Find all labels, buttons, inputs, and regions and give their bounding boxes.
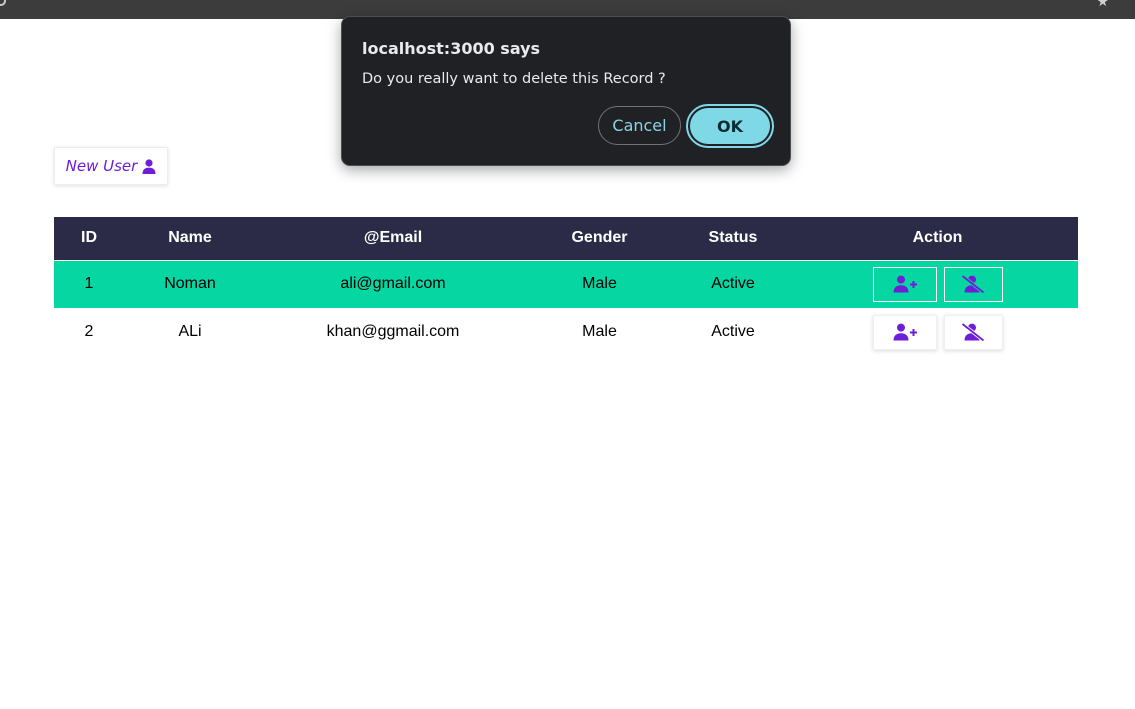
row-actions <box>797 314 1078 350</box>
cell-name: Noman <box>124 259 256 308</box>
dialog-title: localhost:3000 says <box>362 39 541 58</box>
cell-action <box>797 308 1078 356</box>
browser-control-icon[interactable] <box>0 0 6 6</box>
cancel-button[interactable]: Cancel <box>598 106 681 145</box>
dialog-message: Do you really want to delete this Record… <box>362 71 666 87</box>
user-slash-icon <box>961 275 985 294</box>
cell-gender: Male <box>582 323 617 340</box>
cell-status: Active <box>669 259 797 308</box>
edit-user-button[interactable] <box>872 314 937 350</box>
cell-email: ali@gmail.com <box>256 259 530 308</box>
header-id: ID <box>54 217 124 260</box>
user-icon <box>142 158 156 174</box>
delete-user-button[interactable] <box>943 314 1003 350</box>
delete-user-button[interactable] <box>943 266 1003 302</box>
confirm-dialog: localhost:3000 says Do you really want t… <box>341 16 791 166</box>
user-plus-icon <box>893 275 917 293</box>
ok-button-label: OK <box>690 108 770 144</box>
cell-action <box>797 259 1078 308</box>
new-user-button[interactable]: New User <box>54 147 168 185</box>
table-row: 1 Noman ali@gmail.com Male Active <box>54 259 1078 308</box>
row-actions <box>797 266 1078 302</box>
cell-id: 1 <box>54 259 124 308</box>
users-table: ID Name @Email Gender Status Action 1 No… <box>54 217 1078 356</box>
header-gender: Gender <box>530 217 669 260</box>
header-status: Status <box>669 217 797 260</box>
edit-user-button[interactable] <box>872 266 937 302</box>
table-row: 2 ALi khan@ggmail.com Male Active <box>54 308 1078 356</box>
cell-name: ALi <box>178 323 202 340</box>
user-slash-icon <box>961 323 985 341</box>
user-plus-icon <box>893 323 917 341</box>
header-action: Action <box>797 217 1078 260</box>
new-user-label: New User <box>65 157 138 175</box>
star-icon[interactable]: ★ <box>1096 0 1109 9</box>
cell-status: Active <box>711 323 755 340</box>
header-email: @Email <box>256 217 530 260</box>
cell-email: khan@ggmail.com <box>326 323 460 340</box>
table-header-row: ID Name @Email Gender Status Action <box>54 217 1078 260</box>
header-name: Name <box>124 217 256 260</box>
cell-id: 2 <box>84 323 94 340</box>
ok-button[interactable]: OK <box>686 104 774 148</box>
cell-gender: Male <box>530 259 669 308</box>
